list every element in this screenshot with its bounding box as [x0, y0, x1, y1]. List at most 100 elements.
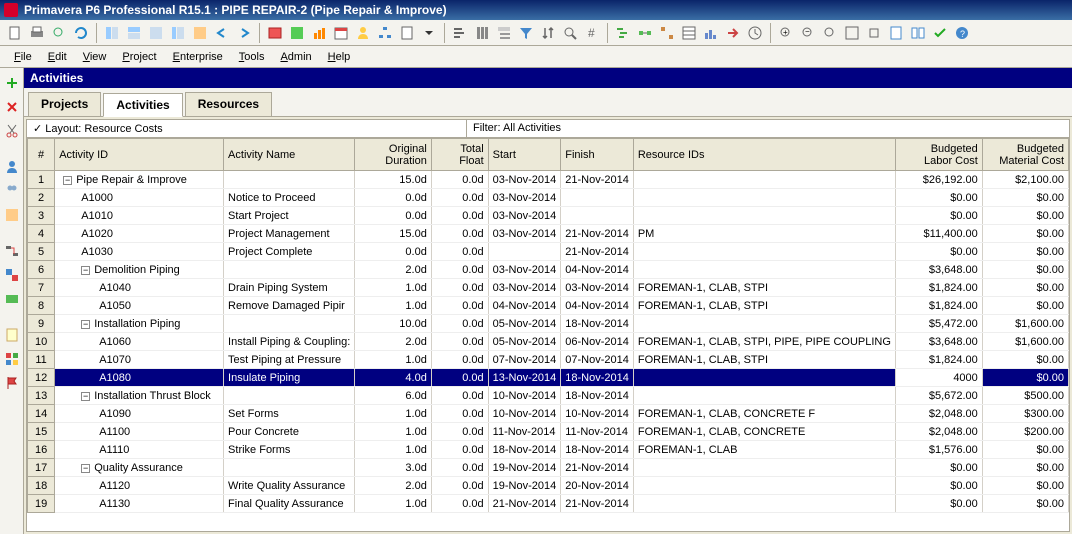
menu-file[interactable]: File: [6, 49, 40, 65]
table-row[interactable]: 9−Installation Piping10.0d0.0d05-Nov-201…: [28, 315, 1069, 333]
menu-view[interactable]: View: [75, 49, 115, 65]
cell-finish[interactable]: 21-Nov-2014: [561, 459, 634, 477]
user-icon[interactable]: [3, 158, 21, 176]
arrow-icon[interactable]: [724, 24, 742, 42]
cell-orig-duration[interactable]: 15.0d: [355, 225, 431, 243]
filter-label[interactable]: Filter: All Activities: [467, 120, 567, 137]
cell-finish[interactable]: 21-Nov-2014: [561, 225, 634, 243]
cell-activity-id[interactable]: A1020: [55, 225, 224, 243]
cell-activity-name[interactable]: Write Quality Assurance: [224, 477, 355, 495]
col-finish[interactable]: Finish: [561, 139, 634, 171]
cell-orig-duration[interactable]: 0.0d: [355, 243, 431, 261]
cell-budgeted-labor-cost[interactable]: $3,648.00: [895, 261, 982, 279]
cell-orig-duration[interactable]: 1.0d: [355, 423, 431, 441]
cell-finish[interactable]: 04-Nov-2014: [561, 261, 634, 279]
cell-orig-duration[interactable]: 4.0d: [355, 369, 431, 387]
cell-start[interactable]: 13-Nov-2014: [488, 369, 561, 387]
resource-icon[interactable]: [354, 24, 372, 42]
pages-icon[interactable]: [909, 24, 927, 42]
cell-budgeted-labor-cost[interactable]: $0.00: [895, 207, 982, 225]
cell-finish[interactable]: 10-Nov-2014: [561, 405, 634, 423]
cell-total-float[interactable]: 0.0d: [431, 405, 488, 423]
cell-start[interactable]: 11-Nov-2014: [488, 423, 561, 441]
cell-budgeted-material-cost[interactable]: $0.00: [982, 495, 1068, 513]
table-row[interactable]: 12A1080Insulate Piping4.0d0.0d13-Nov-201…: [28, 369, 1069, 387]
note-icon[interactable]: [3, 326, 21, 344]
cell-budgeted-labor-cost[interactable]: $1,824.00: [895, 297, 982, 315]
cell-activity-id[interactable]: A1060: [55, 333, 224, 351]
menu-edit[interactable]: Edit: [40, 49, 75, 65]
page-icon[interactable]: [887, 24, 905, 42]
cell-rownum[interactable]: 2: [28, 189, 55, 207]
cell-total-float[interactable]: 0.0d: [431, 225, 488, 243]
cell-resource-ids[interactable]: [633, 189, 895, 207]
cell-resource-ids[interactable]: FOREMAN-1, CLAB, STPI, PIPE, PIPE COUPLI…: [633, 333, 895, 351]
cell-budgeted-labor-cost[interactable]: $0.00: [895, 189, 982, 207]
cell-resource-ids[interactable]: [633, 387, 895, 405]
filter-icon[interactable]: [517, 24, 535, 42]
steps-icon[interactable]: [3, 290, 21, 308]
table-row[interactable]: 15A1100Pour Concrete1.0d0.0d11-Nov-20141…: [28, 423, 1069, 441]
undo-icon[interactable]: [213, 24, 231, 42]
cell-resource-ids[interactable]: [633, 477, 895, 495]
cell-finish[interactable]: 18-Nov-2014: [561, 387, 634, 405]
cell-budgeted-material-cost[interactable]: $0.00: [982, 369, 1068, 387]
cell-rownum[interactable]: 14: [28, 405, 55, 423]
cell-finish[interactable]: 21-Nov-2014: [561, 495, 634, 513]
cell-rownum[interactable]: 8: [28, 297, 55, 315]
cell-activity-name[interactable]: Set Forms: [224, 405, 355, 423]
cell-total-float[interactable]: 0.0d: [431, 315, 488, 333]
cell-orig-duration[interactable]: 0.0d: [355, 189, 431, 207]
table-row[interactable]: 18A1120Write Quality Assurance2.0d0.0d19…: [28, 477, 1069, 495]
cell-finish[interactable]: [561, 207, 634, 225]
zoom-fit-icon[interactable]: [821, 24, 839, 42]
collapse-icon[interactable]: −: [81, 320, 90, 329]
cell-rownum[interactable]: 12: [28, 369, 55, 387]
cell-activity-id[interactable]: A1110: [55, 441, 224, 459]
table-row[interactable]: 10A1060Install Piping & Coupling:2.0d0.0…: [28, 333, 1069, 351]
cell-orig-duration[interactable]: 2.0d: [355, 261, 431, 279]
cell-rownum[interactable]: 4: [28, 225, 55, 243]
cell-orig-duration[interactable]: 1.0d: [355, 495, 431, 513]
cell-total-float[interactable]: 0.0d: [431, 333, 488, 351]
cell-budgeted-material-cost[interactable]: $0.00: [982, 207, 1068, 225]
assign-icon[interactable]: [3, 266, 21, 284]
sort-icon[interactable]: [539, 24, 557, 42]
cell-activity-id[interactable]: −Demolition Piping: [55, 261, 224, 279]
cell-start[interactable]: 19-Nov-2014: [488, 477, 561, 495]
cell-budgeted-material-cost[interactable]: $200.00: [982, 423, 1068, 441]
cell-activity-id[interactable]: −Installation Piping: [55, 315, 224, 333]
col-rownum[interactable]: #: [28, 139, 55, 171]
cell-resource-ids[interactable]: FOREMAN-1, CLAB, STPI: [633, 279, 895, 297]
layout4-icon[interactable]: [169, 24, 187, 42]
cell-rownum[interactable]: 6: [28, 261, 55, 279]
tab-resources[interactable]: Resources: [185, 92, 272, 116]
cell-budgeted-labor-cost[interactable]: $11,400.00: [895, 225, 982, 243]
col-budgeted-labor-cost[interactable]: Budgeted Labor Cost: [895, 139, 982, 171]
cell-finish[interactable]: 18-Nov-2014: [561, 369, 634, 387]
col-activity-id[interactable]: Activity ID: [55, 139, 224, 171]
cell-orig-duration[interactable]: 1.0d: [355, 405, 431, 423]
table-row[interactable]: 1−Pipe Repair & Improve15.0d0.0d03-Nov-2…: [28, 171, 1069, 189]
cut-icon[interactable]: [3, 122, 21, 140]
cell-resource-ids[interactable]: FOREMAN-1, CLAB, CONCRETE: [633, 423, 895, 441]
cell-total-float[interactable]: 0.0d: [431, 297, 488, 315]
table-row[interactable]: 19A1130Final Quality Assurance1.0d0.0d21…: [28, 495, 1069, 513]
cell-activity-name[interactable]: Remove Damaged Pipir: [224, 297, 355, 315]
cell-budgeted-material-cost[interactable]: $0.00: [982, 297, 1068, 315]
table-row[interactable]: 13−Installation Thrust Block6.0d0.0d10-N…: [28, 387, 1069, 405]
cell-finish[interactable]: 11-Nov-2014: [561, 423, 634, 441]
table-row[interactable]: 6−Demolition Piping2.0d0.0d03-Nov-201404…: [28, 261, 1069, 279]
cell-activity-id[interactable]: A1120: [55, 477, 224, 495]
cell-start[interactable]: 10-Nov-2014: [488, 405, 561, 423]
cell-orig-duration[interactable]: 15.0d: [355, 171, 431, 189]
cell-budgeted-labor-cost[interactable]: $2,048.00: [895, 423, 982, 441]
cell-finish[interactable]: 04-Nov-2014: [561, 297, 634, 315]
cell-rownum[interactable]: 10: [28, 333, 55, 351]
bars-icon[interactable]: [451, 24, 469, 42]
col-budgeted-material-cost[interactable]: Budgeted Material Cost: [982, 139, 1068, 171]
cell-start[interactable]: [488, 243, 561, 261]
cell-total-float[interactable]: 0.0d: [431, 459, 488, 477]
trace-icon[interactable]: [658, 24, 676, 42]
cell-budgeted-labor-cost[interactable]: $26,192.00: [895, 171, 982, 189]
